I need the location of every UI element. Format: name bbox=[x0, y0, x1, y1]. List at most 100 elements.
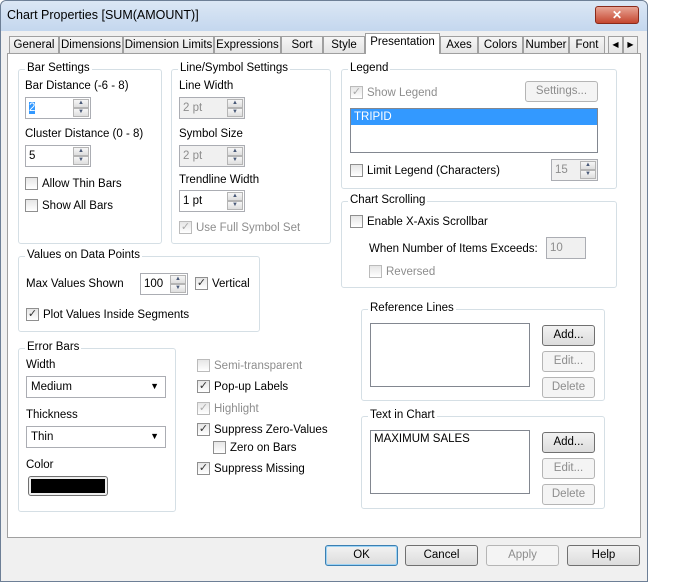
tab-scroll-left-icon[interactable]: ◀ bbox=[608, 36, 623, 53]
checkmark-icon: ✓ bbox=[195, 277, 208, 290]
reference-lines-add-button[interactable]: Add... bbox=[542, 325, 595, 346]
suppress-zero-values-checkbox[interactable]: ✓ Suppress Zero-Values bbox=[197, 423, 328, 436]
spin-down-icon[interactable]: ▼ bbox=[580, 170, 596, 179]
tab-style[interactable]: Style bbox=[323, 36, 365, 53]
legend-settings-button[interactable]: Settings... bbox=[525, 81, 598, 102]
semi-transparent-checkbox[interactable]: Semi-transparent bbox=[197, 359, 302, 372]
spin-up-icon[interactable]: ▲ bbox=[227, 99, 243, 108]
text-in-chart-edit-button[interactable]: Edit... bbox=[542, 458, 595, 479]
checkmark-icon: ✓ bbox=[197, 402, 210, 415]
tab-sort[interactable]: Sort bbox=[281, 36, 323, 53]
spin-down-icon[interactable]: ▼ bbox=[73, 156, 89, 165]
enable-scrollbar-checkbox[interactable]: Enable X-Axis Scrollbar bbox=[350, 215, 488, 228]
close-icon[interactable]: ✕ bbox=[595, 6, 639, 24]
checkmark-icon: ✓ bbox=[350, 86, 363, 99]
text-in-chart-title: Text in Chart bbox=[368, 409, 437, 421]
apply-button[interactable]: Apply bbox=[486, 545, 559, 566]
max-values-stepper[interactable]: 100 ▲ ▼ bbox=[140, 273, 188, 295]
checkbox-icon bbox=[369, 265, 382, 278]
show-all-bars-checkbox[interactable]: Show All Bars bbox=[25, 199, 113, 212]
text-in-chart-delete-button[interactable]: Delete bbox=[542, 484, 595, 505]
bar-distance-label: Bar Distance (-6 - 8) bbox=[25, 80, 129, 92]
limit-legend-checkbox[interactable]: Limit Legend (Characters) bbox=[350, 164, 500, 177]
title-bar: Chart Properties [SUM(AMOUNT)] ✕ bbox=[1, 1, 647, 31]
bar-distance-stepper[interactable]: 2 ▲ ▼ bbox=[25, 97, 91, 119]
highlight-checkbox[interactable]: ✓ Highlight bbox=[197, 402, 259, 415]
window-title: Chart Properties [SUM(AMOUNT)] bbox=[7, 8, 199, 22]
line-symbol-group: Line/Symbol Settings Line Width 2 pt ▲ ▼ S… bbox=[171, 62, 331, 244]
text-in-chart-item[interactable]: MAXIMUM SALES bbox=[371, 431, 529, 447]
cancel-button[interactable]: Cancel bbox=[405, 545, 478, 566]
reference-lines-delete-button[interactable]: Delete bbox=[542, 377, 595, 398]
spin-down-icon[interactable]: ▼ bbox=[227, 108, 243, 117]
width-label: Width bbox=[26, 359, 56, 371]
presentation-panel: Bar Settings Bar Distance (-6 - 8) 2 ▲ ▼ C… bbox=[7, 53, 641, 538]
reference-lines-edit-button[interactable]: Edit... bbox=[542, 351, 595, 372]
spin-up-icon[interactable]: ▲ bbox=[73, 147, 89, 156]
show-legend-checkbox[interactable]: ✓ Show Legend bbox=[350, 86, 437, 99]
use-full-symbol-set-checkbox[interactable]: ✓ Use Full Symbol Set bbox=[179, 221, 300, 234]
line-width-label: Line Width bbox=[179, 80, 234, 92]
text-in-chart-list[interactable]: MAXIMUM SALES bbox=[370, 430, 530, 494]
line-symbol-title: Line/Symbol Settings bbox=[178, 62, 291, 74]
vertical-checkbox[interactable]: ✓ Vertical bbox=[195, 277, 250, 290]
spin-up-icon[interactable]: ▲ bbox=[227, 147, 243, 156]
trendline-width-stepper[interactable]: 1 pt ▲ ▼ bbox=[179, 190, 245, 212]
tab-expressions[interactable]: Expressions bbox=[214, 36, 281, 53]
checkbox-icon bbox=[25, 177, 38, 190]
checkmark-icon: ✓ bbox=[179, 221, 192, 234]
plot-values-inside-checkbox[interactable]: ✓ Plot Values Inside Segments bbox=[26, 308, 189, 321]
chevron-down-icon: ▼ bbox=[150, 381, 159, 391]
suppress-missing-checkbox[interactable]: ✓ Suppress Missing bbox=[197, 462, 305, 475]
width-dropdown[interactable]: Medium ▼ bbox=[26, 376, 166, 398]
cluster-distance-stepper[interactable]: 5 ▲ ▼ bbox=[25, 145, 91, 167]
limit-legend-stepper[interactable]: 15 ▲ ▼ bbox=[551, 159, 598, 181]
thickness-dropdown[interactable]: Thin ▼ bbox=[26, 426, 166, 448]
spin-down-icon[interactable]: ▼ bbox=[227, 156, 243, 165]
tab-general[interactable]: General bbox=[9, 36, 59, 53]
checkbox-icon bbox=[350, 164, 363, 177]
reference-lines-group: Reference Lines Add... Edit... Delete bbox=[361, 302, 605, 401]
tab-dimensions[interactable]: Dimensions bbox=[59, 36, 123, 53]
tab-dimension-limits[interactable]: Dimension Limits bbox=[123, 36, 214, 53]
when-exceeds-input[interactable]: 10 bbox=[546, 237, 586, 259]
checkbox-icon bbox=[213, 441, 226, 454]
cluster-distance-label: Cluster Distance (0 - 8) bbox=[25, 128, 144, 140]
when-exceeds-label: When Number of Items Exceeds: bbox=[369, 243, 538, 255]
spin-up-icon[interactable]: ▲ bbox=[73, 99, 89, 108]
spin-up-icon[interactable]: ▲ bbox=[580, 161, 596, 170]
checkbox-icon bbox=[25, 199, 38, 212]
text-in-chart-group: Text in Chart MAXIMUM SALES Add... Edit.… bbox=[361, 409, 605, 509]
values-on-data-points-title: Values on Data Points bbox=[25, 249, 142, 261]
legend-list-item[interactable]: TRIPID bbox=[351, 109, 597, 125]
help-button[interactable]: Help bbox=[567, 545, 640, 566]
checkmark-icon: ✓ bbox=[197, 380, 210, 393]
tab-axes[interactable]: Axes bbox=[440, 36, 478, 53]
legend-list[interactable]: TRIPID bbox=[350, 108, 598, 153]
tab-scroll-right-icon[interactable]: ▶ bbox=[623, 36, 638, 53]
reference-lines-list[interactable] bbox=[370, 323, 530, 387]
reversed-checkbox[interactable]: Reversed bbox=[369, 265, 435, 278]
line-width-stepper[interactable]: 2 pt ▲ ▼ bbox=[179, 97, 245, 119]
spin-down-icon[interactable]: ▼ bbox=[73, 108, 89, 117]
spin-down-icon[interactable]: ▼ bbox=[170, 284, 186, 293]
spin-up-icon[interactable]: ▲ bbox=[170, 275, 186, 284]
tab-colors[interactable]: Colors bbox=[478, 36, 523, 53]
color-swatch bbox=[31, 479, 105, 493]
color-swatch-button[interactable] bbox=[28, 476, 108, 496]
tab-presentation[interactable]: Presentation bbox=[365, 33, 440, 54]
spin-up-icon[interactable]: ▲ bbox=[227, 192, 243, 201]
spin-down-icon[interactable]: ▼ bbox=[227, 201, 243, 210]
tab-number[interactable]: Number bbox=[523, 36, 569, 53]
checkbox-icon bbox=[350, 215, 363, 228]
bar-settings-group: Bar Settings Bar Distance (-6 - 8) 2 ▲ ▼ C… bbox=[18, 62, 162, 244]
reference-lines-title: Reference Lines bbox=[368, 302, 456, 314]
symbol-size-label: Symbol Size bbox=[179, 128, 243, 140]
text-in-chart-add-button[interactable]: Add... bbox=[542, 432, 595, 453]
allow-thin-bars-checkbox[interactable]: Allow Thin Bars bbox=[25, 177, 122, 190]
ok-button[interactable]: OK bbox=[325, 545, 398, 566]
popup-labels-checkbox[interactable]: ✓ Pop-up Labels bbox=[197, 380, 288, 393]
symbol-size-stepper[interactable]: 2 pt ▲ ▼ bbox=[179, 145, 245, 167]
zero-on-bars-checkbox[interactable]: Zero on Bars bbox=[213, 441, 296, 454]
tab-font[interactable]: Font bbox=[569, 36, 605, 53]
